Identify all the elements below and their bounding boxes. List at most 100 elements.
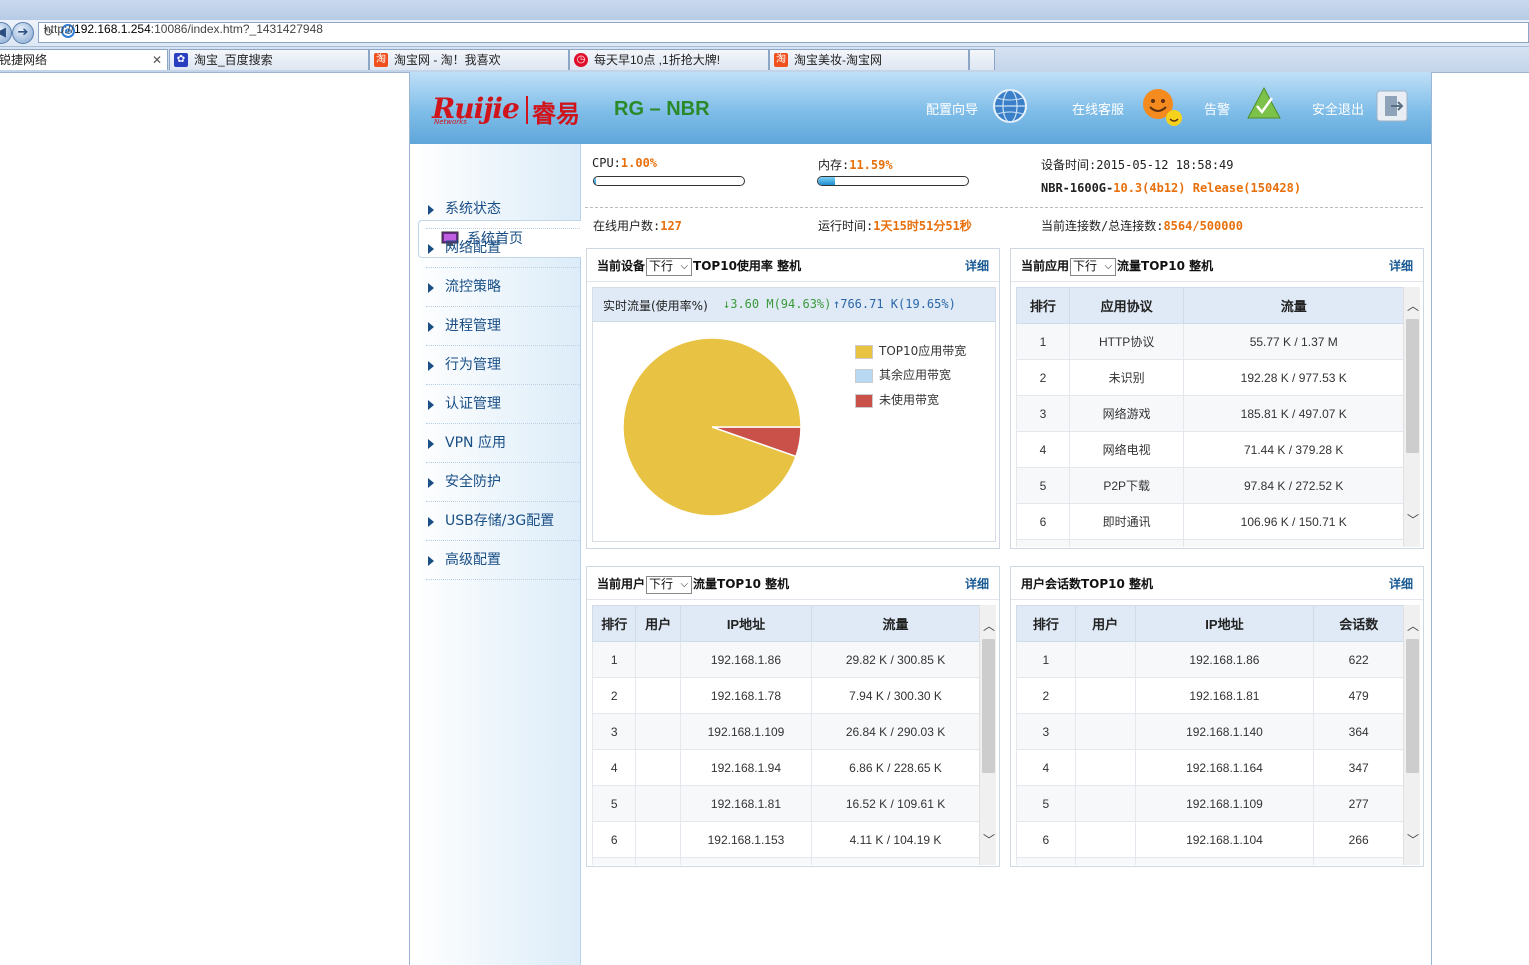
table-cell: 3 xyxy=(1016,713,1076,750)
legend-item: 其余应用带宽 xyxy=(855,366,951,383)
back-button[interactable]: ◀ xyxy=(0,22,12,44)
scroll-down-icon[interactable]: ﹀ xyxy=(983,831,995,848)
scroll-up-icon[interactable]: ︿ xyxy=(1407,297,1419,314)
detail-link[interactable]: 详细 xyxy=(965,575,989,592)
scroll-down-icon[interactable]: ﹀ xyxy=(1407,831,1419,848)
table-cell xyxy=(635,713,681,750)
new-tab-button[interactable] xyxy=(969,49,995,70)
exit-door-icon[interactable] xyxy=(1376,90,1408,122)
panel-title: 当前设备 下行 ⌵ TOP10使用率 整机 xyxy=(597,257,801,276)
logout-link[interactable]: 安全退出 xyxy=(1312,99,1364,118)
table-cell: 192.168.1.94 xyxy=(679,749,813,786)
table-cell: 55.77 K / 1.37 M xyxy=(1183,323,1404,360)
browser-titlebar xyxy=(0,0,1529,20)
online-service-link[interactable]: 在线客服 xyxy=(1072,99,1124,118)
table-cell: 4.11 K / 104.19 K xyxy=(811,821,980,858)
scroll-thumb[interactable] xyxy=(1406,639,1419,773)
memory-usage-bar xyxy=(817,176,969,186)
detail-link[interactable]: 详细 xyxy=(1389,257,1413,274)
sidebar-item[interactable]: 网络配置 xyxy=(426,229,580,268)
browser-tab-bar: 锐捷网络 ✕ ✿ 淘宝_百度搜索 淘 淘宝网 - 淘！我喜欢 ◷ 每天早10点 … xyxy=(0,47,1529,73)
browser-tab[interactable]: ◷ 每天早10点 ,1折抢大牌! xyxy=(569,49,769,70)
table-cell: 277 xyxy=(1313,785,1404,822)
close-tab-icon[interactable]: ✕ xyxy=(152,50,162,70)
column-header: 流量 xyxy=(811,605,980,642)
detail-link[interactable]: 详细 xyxy=(965,257,989,274)
scroll-up-icon[interactable]: ︿ xyxy=(1407,617,1419,634)
table-cell: 185.81 K / 497.07 K xyxy=(1183,395,1404,432)
logo-chinese: 睿易 xyxy=(532,100,580,128)
sidebar-item[interactable]: 认证管理 xyxy=(426,385,580,424)
table-row: 4 192.168.1.94 6.86 K / 228.65 K xyxy=(592,749,980,786)
table-cell: 1 xyxy=(1016,323,1070,360)
table-cell: 192.168.1.153 xyxy=(679,821,813,858)
scroll-down-icon[interactable]: ﹀ xyxy=(1407,511,1419,528)
smiley-icon[interactable] xyxy=(1140,86,1184,128)
browser-tab[interactable]: 淘 淘宝网 - 淘！我喜欢 xyxy=(369,49,569,70)
caret-right-icon xyxy=(428,205,434,215)
detail-link[interactable]: 详细 xyxy=(1389,575,1413,592)
table-cell: 622 xyxy=(1313,641,1404,678)
table-row: 6 192.168.1.104 266 xyxy=(1016,821,1404,858)
sidebar-item[interactable]: 行为管理 xyxy=(426,346,580,385)
table-cell: 192.168.1.104 xyxy=(1134,821,1315,858)
sidebar-item[interactable]: 安全防护 xyxy=(426,463,580,502)
table-cell xyxy=(635,749,681,786)
caret-right-icon xyxy=(428,244,434,254)
table-cell: 5 xyxy=(1016,785,1076,822)
device-usage-panel: 当前设备 下行 ⌵ TOP10使用率 整机 详细 实时流量(使用率%) ↓3.60 M… xyxy=(586,248,1000,549)
sidebar-item[interactable]: 高级配置 xyxy=(426,541,580,580)
direction-select[interactable]: 下行 ⌵ xyxy=(1070,257,1117,276)
scrollbar[interactable]: ︿ ﹀ xyxy=(1403,605,1420,865)
direction-select[interactable]: 下行 ⌵ xyxy=(646,575,693,594)
caret-right-icon xyxy=(428,478,434,488)
table-cell: 192.168.1.109 xyxy=(679,713,813,750)
direction-select[interactable]: 下行 ⌵ xyxy=(646,257,693,276)
alarm-check-icon[interactable] xyxy=(1246,86,1282,122)
column-header: IP地址 xyxy=(679,605,813,642)
legend-swatch xyxy=(855,393,873,408)
sidebar-item-label: 系统状态 xyxy=(445,201,501,217)
scroll-up-icon[interactable]: ︿ xyxy=(983,617,995,634)
forward-button[interactable]: ➔ xyxy=(12,22,34,44)
table-cell: 1 xyxy=(592,641,637,678)
table-row: 6 192.168.1.153 4.11 K / 104.19 K xyxy=(592,821,980,858)
column-header: IP地址 xyxy=(1134,605,1315,642)
scrollbar[interactable]: ︿ ﹀ xyxy=(1403,287,1420,547)
browser-tab[interactable]: 淘 淘宝美妆-淘宝网 xyxy=(769,49,969,70)
logo-subtext: Networks xyxy=(434,118,467,126)
table-cell xyxy=(1074,641,1136,678)
table-cell xyxy=(1074,713,1136,750)
alarm-link[interactable]: 告警 xyxy=(1204,99,1230,118)
table-cell: 未识别 xyxy=(1068,359,1185,396)
scroll-thumb[interactable] xyxy=(982,639,995,773)
table-cell: 7 xyxy=(1016,857,1076,865)
taobao-icon: 淘 xyxy=(374,53,388,67)
column-header: 排行 xyxy=(1016,605,1076,642)
table-header-row: 排行 应用协议 流量 xyxy=(1016,287,1404,324)
sidebar-item[interactable]: USB存储/3G配置 xyxy=(426,502,580,541)
sidebar-item-label: 流控策略 xyxy=(445,279,501,295)
sidebar-item[interactable]: 进程管理 xyxy=(426,307,580,346)
sidebar-item[interactable]: VPN 应用 xyxy=(426,424,580,463)
table-cell: 192.168.1.164 xyxy=(1134,749,1315,786)
taobao-icon: 淘 xyxy=(774,53,788,67)
wizard-link[interactable]: 配置向导 xyxy=(926,99,978,118)
table-cell: 2 xyxy=(1016,677,1076,714)
caret-right-icon xyxy=(428,517,434,527)
sidebar-item[interactable]: 流控策略 xyxy=(426,268,580,307)
scrollbar[interactable]: ︿ ﹀ xyxy=(979,605,996,865)
scroll-thumb[interactable] xyxy=(1406,319,1419,453)
table-cell xyxy=(635,857,681,865)
browser-tab[interactable]: 锐捷网络 ✕ xyxy=(0,49,168,70)
browser-tab[interactable]: ✿ 淘宝_百度搜索 xyxy=(169,49,369,70)
column-header: 用户 xyxy=(1074,605,1136,642)
sidebar-item-label: 进程管理 xyxy=(445,318,501,334)
table-row: 1 HTTP协议 55.77 K / 1.37 M xyxy=(1016,323,1404,360)
globe-icon[interactable] xyxy=(992,88,1028,124)
sidebar-item[interactable]: 系统状态 xyxy=(426,190,580,229)
table-cell: 192.168.1.78 xyxy=(679,677,813,714)
table-cell: 7 xyxy=(1016,539,1070,547)
column-header: 流量 xyxy=(1183,287,1404,324)
panel-title: 当前用户 下行 ⌵ 流量TOP10 整机 xyxy=(597,575,789,594)
